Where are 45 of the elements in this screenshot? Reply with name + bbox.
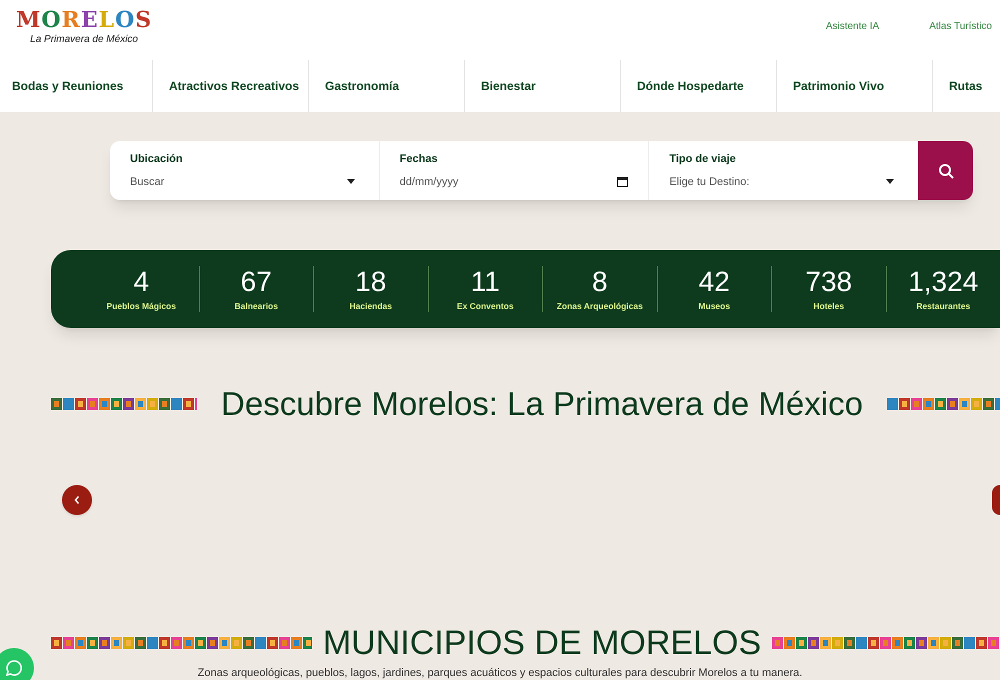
section-title: MUNICIPIOS DE MORELOS — [322, 622, 762, 664]
field-label: Tipo de viaje — [669, 152, 737, 167]
stat-label: Pueblos Mágicos — [106, 300, 176, 312]
search-button[interactable] — [918, 141, 973, 200]
stat-value: 8 — [592, 266, 608, 298]
stat-label: Ex Conventos — [456, 300, 514, 312]
stat-value: 1,324 — [908, 266, 978, 298]
caret-icon — [886, 179, 894, 184]
stat-label: Haciendas — [349, 300, 392, 312]
nav-link[interactable]: Atractivos Recreativos — [169, 77, 300, 95]
stat-value: 11 — [470, 266, 500, 298]
stat-label: Zonas Arqueológicas — [556, 300, 643, 312]
calendar-icon — [617, 176, 628, 188]
field-label: Ubicación — [130, 152, 184, 167]
nav-link[interactable]: Patrimonio Vivo — [793, 77, 884, 95]
search-icon — [938, 162, 954, 178]
stat-label: Restaurantes — [916, 300, 970, 312]
header-link[interactable]: Asistente IA — [826, 19, 880, 34]
section-title: Descubre Morelos: La Primavera de México — [221, 384, 863, 424]
logo-tagline: La Primavera de México — [30, 33, 138, 47]
nav-link[interactable]: Dónde Hospedarte — [637, 77, 744, 95]
stat-value: 4 — [133, 266, 150, 298]
stat-label: Museos — [698, 300, 730, 312]
stat-value: 738 — [805, 266, 852, 298]
stat-value: 67 — [240, 266, 272, 298]
previous-button[interactable] — [62, 485, 92, 515]
nav-link[interactable]: Bodas y Reuniones — [12, 77, 124, 95]
next-button[interactable] — [992, 485, 1000, 515]
stat-value: 18 — [355, 266, 386, 298]
stat-label: Hoteles — [813, 300, 844, 312]
logo-wordmark[interactable]: MORELOS — [16, 8, 152, 32]
stat-value: 42 — [698, 266, 730, 298]
nav-link[interactable]: Bienestar — [481, 77, 536, 95]
header-link[interactable]: Atlas Turístico — [929, 19, 992, 34]
caret-icon — [346, 179, 355, 184]
field-label: Fechas — [400, 152, 439, 167]
chevron-left-icon — [73, 495, 81, 505]
section-subtitle: Zonas arqueológicas, pueblos, lagos, jardines, parques acuáticos y espacios culturales para descubrir Morelos a tu manera. — [198, 666, 802, 680]
dropdown-field[interactable]: Elige tu Destino: — [669, 174, 898, 190]
date-field[interactable]: dd/mm/yyyy — [400, 174, 628, 190]
stat-label: Balnearios — [234, 300, 278, 312]
chat-bubble-icon — [5, 659, 23, 677]
nav-link[interactable]: Gastronomía — [325, 77, 400, 95]
nav-link[interactable]: Rutas — [949, 77, 982, 95]
dropdown-field[interactable]: Buscar — [130, 174, 359, 190]
